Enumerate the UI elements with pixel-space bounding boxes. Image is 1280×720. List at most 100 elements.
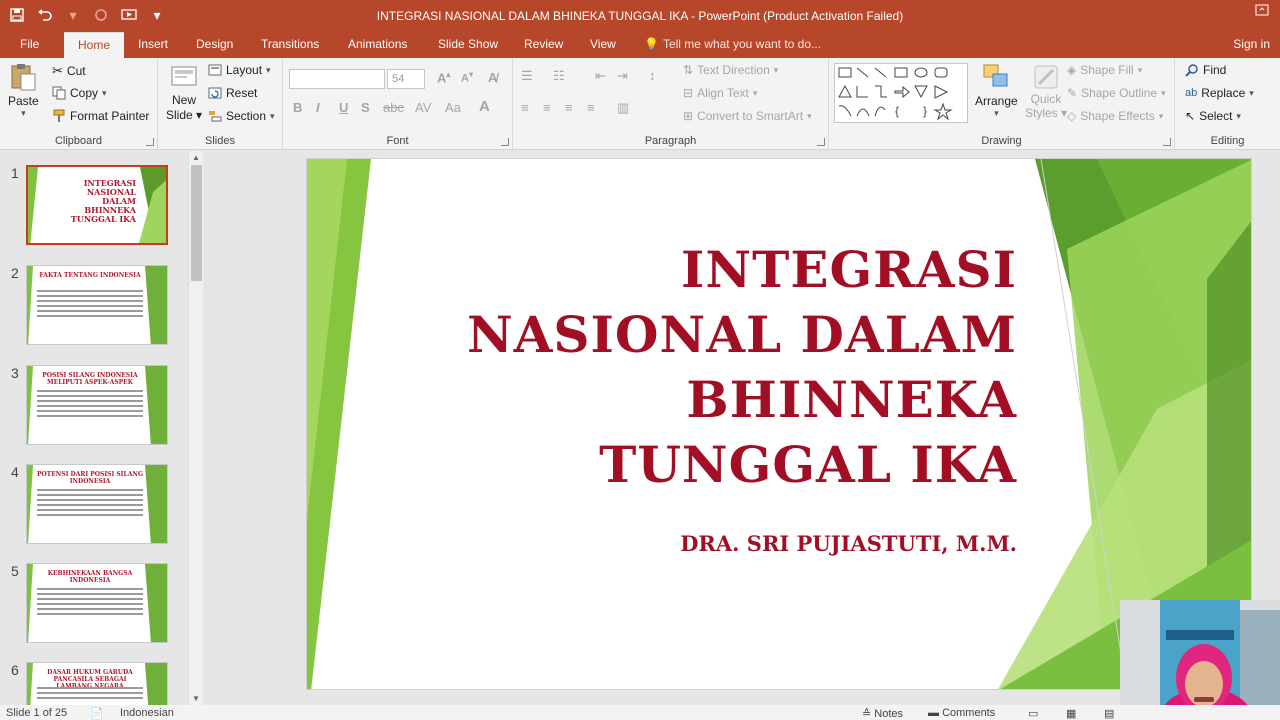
new-slide-icon: [171, 66, 197, 86]
thumbnail-row-6[interactable]: 6 DASAR HUKUM GARUDA PANCASILA SEBAGAI L…: [0, 662, 190, 705]
arrange-button[interactable]: Arrange ▾: [975, 62, 1018, 118]
thumbnail-scrollbar[interactable]: ▲ ▼: [188, 151, 203, 705]
language-indicator[interactable]: Indonesian: [120, 707, 174, 719]
thumbnail-row-5[interactable]: 5 KEBHINEKAAN BANGSA INDONESIA: [0, 563, 190, 647]
select-button[interactable]: ↖ Select ▾: [1185, 109, 1241, 123]
font-size-value: 54: [392, 73, 405, 85]
reset-button[interactable]: Reset: [208, 86, 257, 100]
text-direction-button[interactable]: ⇅ Text Direction ▾: [683, 63, 778, 77]
reading-view-icon[interactable]: ▤: [1104, 707, 1114, 720]
decrease-indent-icon[interactable]: ⇤: [595, 68, 606, 84]
increase-indent-icon[interactable]: ⇥: [617, 68, 628, 84]
bold-icon[interactable]: B: [293, 100, 302, 115]
slide-subtitle[interactable]: DRA. SRI PUJIASTUTI, M.M.: [680, 531, 1017, 556]
section-button[interactable]: Section ▾: [208, 109, 275, 123]
new-slide-button[interactable]: New Slide ▾: [166, 62, 202, 122]
shape-fill-button[interactable]: ◈ Shape Fill ▾: [1067, 63, 1142, 77]
cut-button[interactable]: ✂ Cut: [52, 63, 86, 79]
notes-button[interactable]: ≙ Notes: [862, 707, 903, 720]
shape-outline-button[interactable]: ✎ Shape Outline ▾: [1067, 86, 1166, 100]
align-right-icon[interactable]: ≡: [565, 100, 573, 115]
tab-insert[interactable]: Insert: [128, 32, 178, 58]
tab-file[interactable]: File: [10, 32, 49, 58]
copy-button[interactable]: Copy ▾: [52, 86, 107, 100]
justify-icon[interactable]: ≡: [587, 100, 595, 115]
slide-sorter-icon[interactable]: ▦: [1066, 707, 1076, 720]
tab-animations[interactable]: Animations: [338, 32, 417, 58]
font-size-combo[interactable]: 54: [387, 69, 425, 89]
thumbnail-row-2[interactable]: 2 FAKTA TENTANG INDONESIA: [0, 265, 190, 349]
slide-title[interactable]: INTEGRASI NASIONAL DALAM BHINNEKA TUNGGA…: [397, 237, 1017, 497]
thumbnail-row-3[interactable]: 3 POSISI SILANG INDONESIA MELIPUTI ASPEK…: [0, 365, 190, 449]
slide-thumbnail[interactable]: KEBHINEKAAN BANGSA INDONESIA: [26, 563, 168, 643]
columns-icon[interactable]: ▥: [617, 100, 629, 116]
tab-slideshow[interactable]: Slide Show: [428, 32, 508, 58]
convert-to-smartart-button[interactable]: ⊞ Convert to SmartArt ▾: [683, 109, 812, 123]
shapes-gallery[interactable]: {}: [834, 63, 968, 123]
slide-canvas[interactable]: INTEGRASI NASIONAL DALAM BHINNEKA TUNGGA…: [306, 158, 1252, 690]
paragraph-group: ☰ ☷ ⇤ ⇥ ↕ ≡ ≡ ≡ ≡ ▥ ⇅ Text Direction ▾ ⊟ Al…: [513, 58, 829, 150]
scroll-up-icon[interactable]: ▲: [192, 153, 200, 162]
thumbnail-row-4[interactable]: 4 POTENSI DARI POSISI SILANG INDONESIA: [0, 464, 190, 548]
slide-thumbnail[interactable]: POTENSI DARI POSISI SILANG INDONESIA: [26, 464, 168, 544]
bullets-icon[interactable]: ☰: [521, 68, 533, 84]
align-text-button[interactable]: ⊟ Align Text ▾: [683, 86, 757, 100]
sign-in-link[interactable]: Sign in: [1233, 32, 1270, 58]
clear-formatting-icon[interactable]: A̸: [488, 70, 497, 85]
shapes-gallery-icons: {}: [838, 67, 953, 121]
shape-effects-button[interactable]: ◇ Shape Effects ▾: [1067, 109, 1163, 123]
dialog-launcher-icon[interactable]: [146, 138, 154, 146]
shrink-font-icon[interactable]: A▾: [461, 70, 473, 85]
replace-button[interactable]: ab Replace ▾: [1185, 86, 1254, 100]
slide-thumbnail[interactable]: FAKTA TENTANG INDONESIA: [26, 265, 168, 345]
underline-icon[interactable]: U: [339, 100, 348, 115]
tell-me-text: Tell me what you want to do...: [662, 37, 822, 51]
tab-view[interactable]: View: [580, 32, 626, 58]
section-icon: [209, 111, 222, 122]
slide-title-line-2: NASIONAL DALAM: [466, 305, 1017, 364]
quick-styles-button[interactable]: Quick Styles ▾: [1025, 62, 1067, 120]
numbering-icon[interactable]: ☷: [553, 68, 565, 84]
font-dialog-launcher-icon[interactable]: [501, 138, 509, 146]
tab-review[interactable]: Review: [514, 32, 573, 58]
align-center-icon[interactable]: ≡: [543, 100, 551, 115]
paint-bucket-icon: ◈: [1067, 63, 1077, 77]
line-spacing-icon[interactable]: ↕: [649, 68, 656, 83]
thumbnail-number: 2: [11, 265, 19, 281]
comments-button[interactable]: ▬ Comments: [928, 707, 995, 719]
slide-thumbnail[interactable]: DASAR HUKUM GARUDA PANCASILA SEBAGAI LAM…: [26, 662, 168, 705]
paste-button[interactable]: Paste ▾: [8, 62, 39, 118]
format-painter-button[interactable]: Format Painter: [52, 109, 149, 123]
drawing-dialog-launcher-icon[interactable]: [1163, 138, 1171, 146]
tab-design[interactable]: Design: [186, 32, 243, 58]
tab-transitions[interactable]: Transitions: [251, 32, 329, 58]
thumbnail-body-lines: [37, 687, 143, 702]
thumbnail-number: 3: [11, 365, 19, 381]
ribbon-display-options-icon[interactable]: [1250, 4, 1274, 26]
slide-thumbnail[interactable]: POSISI SILANG INDONESIA MELIPUTI ASPEK-A…: [26, 365, 168, 445]
change-case-icon[interactable]: Aa: [445, 100, 461, 115]
normal-view-icon[interactable]: ▭: [1028, 707, 1038, 720]
scrollbar-thumb[interactable]: [191, 165, 202, 281]
replace-icon: ab: [1185, 87, 1198, 99]
shape-fill-label: Shape Fill: [1080, 63, 1134, 77]
tell-me-box[interactable]: 💡 Tell me what you want to do...: [644, 32, 821, 58]
font-name-combo[interactable]: [289, 69, 385, 89]
font-color-icon[interactable]: A: [479, 98, 490, 115]
slide-thumbnail[interactable]: INTEGRASI NASIONAL DALAM BHINNEKA TUNGGA…: [26, 165, 168, 245]
tab-home[interactable]: Home: [64, 32, 124, 58]
paragraph-dialog-launcher-icon[interactable]: [817, 138, 825, 146]
shadow-icon[interactable]: S: [361, 100, 370, 115]
find-button[interactable]: Find: [1185, 63, 1226, 77]
italic-icon[interactable]: I: [316, 100, 320, 115]
strikethrough-icon[interactable]: abc: [383, 100, 404, 115]
thumbnail-body-lines: [37, 588, 143, 618]
grow-font-icon[interactable]: A▴: [437, 70, 450, 85]
character-spacing-icon[interactable]: AV: [415, 100, 431, 115]
layout-button[interactable]: Layout ▾: [208, 63, 271, 77]
arrange-label: Arrange: [975, 94, 1018, 108]
spelling-icon[interactable]: 📄: [90, 707, 104, 720]
thumbnail-row-1[interactable]: 1 INTEGRASI NASIONAL DALAM BHINNEKA TUNG…: [0, 165, 190, 249]
align-left-icon[interactable]: ≡: [521, 100, 529, 115]
scroll-down-icon[interactable]: ▼: [192, 694, 200, 703]
